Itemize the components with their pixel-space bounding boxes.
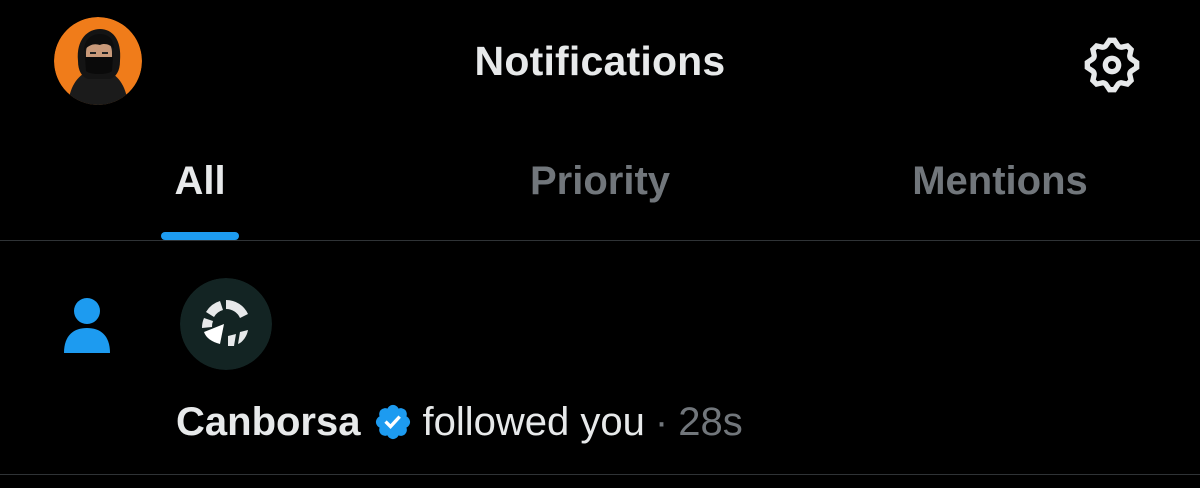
tab-mentions-label: Mentions (912, 159, 1088, 203)
notification-item[interactable]: Canborsa followed you · 28s (0, 241, 1200, 474)
settings-button[interactable] (1080, 33, 1144, 97)
canborsa-logo-icon (180, 278, 272, 370)
notification-tabs: All Priority Mentions (0, 132, 1200, 240)
page-title: Notifications (474, 38, 726, 84)
top-bar: Notifications (0, 0, 1200, 120)
tab-mentions[interactable]: Mentions (800, 132, 1200, 240)
tab-priority-label: Priority (529, 159, 671, 203)
tab-all-label: All (174, 159, 226, 203)
separator-dot: · (654, 400, 669, 444)
tab-priority[interactable]: Priority (400, 132, 800, 240)
person-icon (62, 297, 112, 353)
tab-all[interactable]: All (0, 132, 400, 240)
follower-avatar[interactable] (180, 278, 272, 370)
active-tab-indicator (161, 232, 239, 240)
gear-icon (1084, 37, 1140, 93)
verified-badge-icon (373, 402, 413, 442)
timestamp[interactable]: 28s (678, 394, 743, 450)
action-text: followed you (422, 400, 645, 444)
notification-text: Canborsa followed you · 28s (176, 394, 743, 450)
user-name[interactable]: Canborsa (176, 394, 361, 450)
notification-divider (0, 474, 1200, 475)
